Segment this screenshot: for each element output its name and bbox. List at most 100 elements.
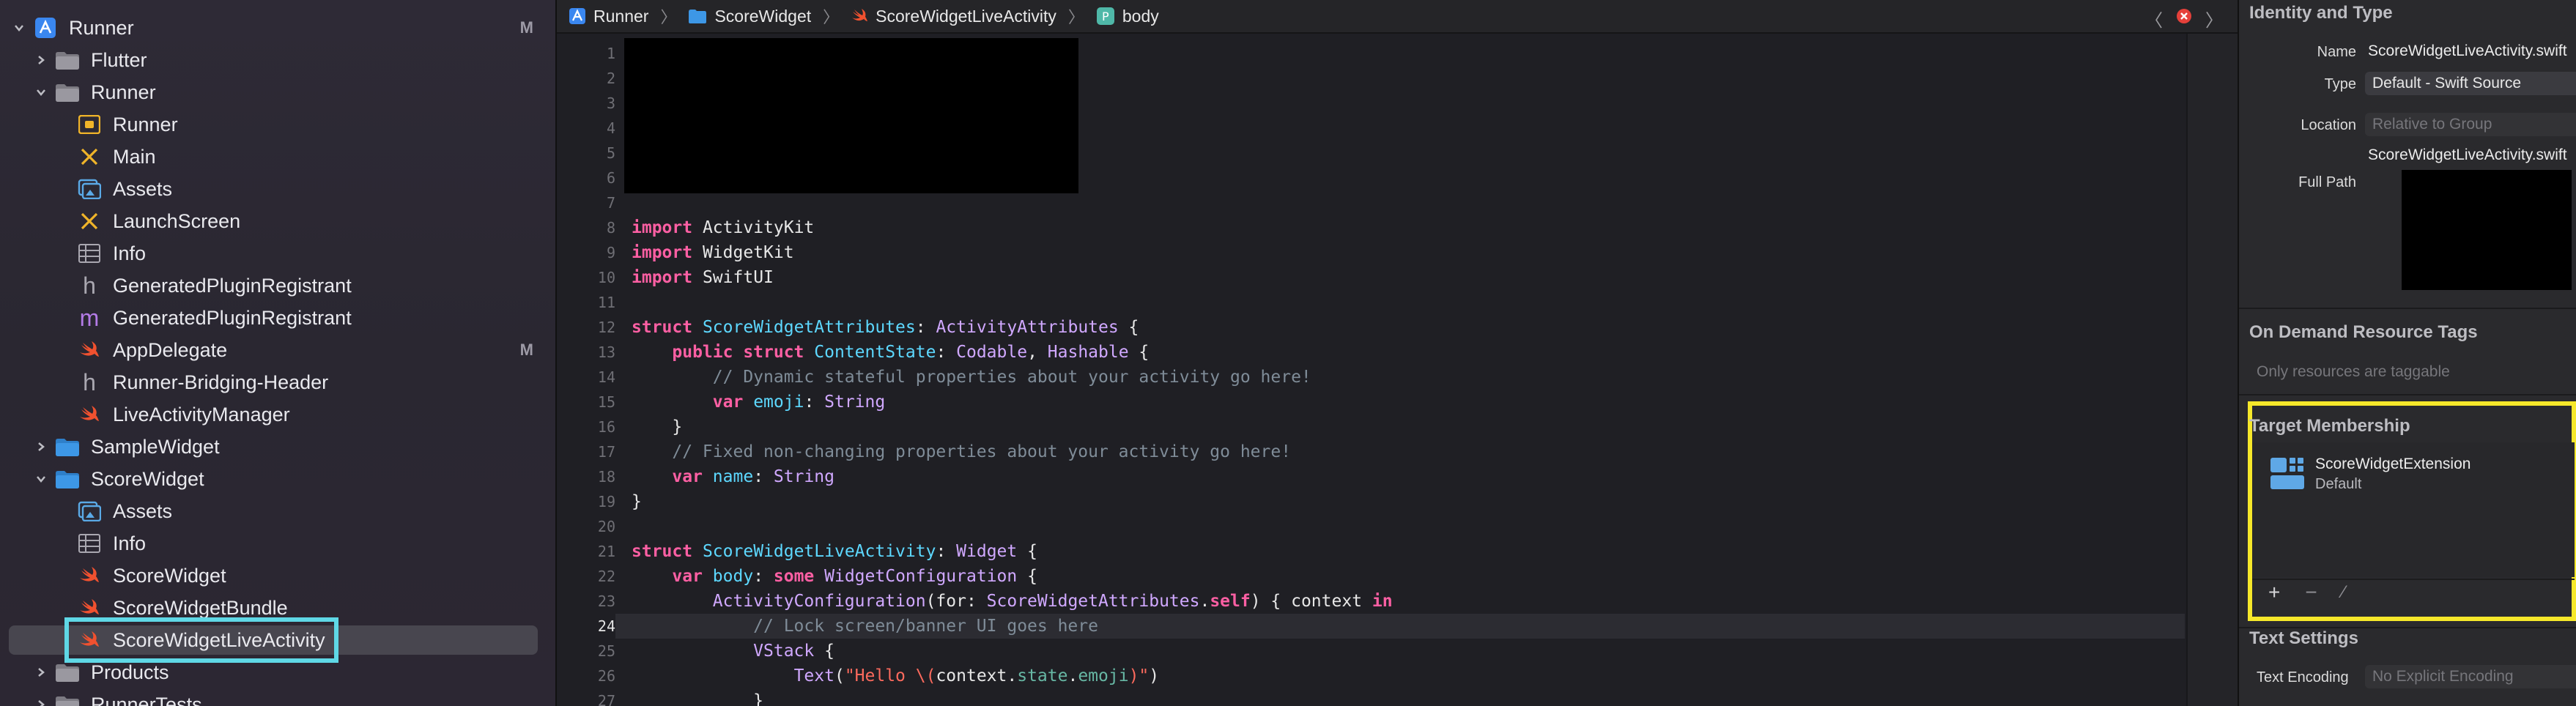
line-number-current: 24 [597,617,615,635]
swift-icon [851,8,868,24]
nav-item-label: RunnerTests [91,693,202,706]
line-number: 3 [606,94,615,112]
nav-item-generatedpluginregistrant-m[interactable]: m GeneratedPluginRegistrant [0,302,555,334]
code-line: import SwiftUI [632,268,774,287]
name-value[interactable]: ScoreWidgetLiveActivity.swift [2368,42,2567,60]
chevron-right-icon[interactable] [32,696,50,706]
chevron-down-icon[interactable] [32,470,50,488]
code-line: import ActivityKit [632,218,815,237]
nav-item-main[interactable]: Main [0,141,555,173]
nav-item-runner-file[interactable]: Runner [0,108,555,141]
code-line: // Fixed non-changing properties about y… [672,442,1292,461]
nav-item-label: ScoreWidgetBundle [113,596,288,619]
line-number: 7 [606,194,615,212]
chevron-down-icon[interactable] [32,83,50,101]
nav-item-label: ScoreWidget [113,564,226,587]
chevron-right-icon[interactable] [32,438,50,456]
nav-item-scorewidgetliveactivity[interactable]: ScoreWidgetLiveActivity [0,624,555,656]
type-label: Type [2324,76,2356,92]
nav-item-label: GeneratedPluginRegistrant [113,274,352,297]
nav-item-flutter[interactable]: Flutter [0,44,555,76]
text-encoding-value: No Explicit Encoding [2372,668,2514,685]
nav-item-scorewidgetbundle[interactable]: ScoreWidgetBundle [0,592,555,624]
breadcrumb-body[interactable]: P body [1096,7,1159,26]
chevron-right-icon[interactable]: 〉 [2205,6,2223,31]
swift-icon [76,564,103,587]
edit-icon[interactable]: ⁄ [2342,582,2345,603]
folder-icon [54,81,81,104]
nav-item-liveactivitymanager[interactable]: LiveActivityManager [0,398,555,431]
objc-m-icon: m [79,304,100,331]
line-number: 1 [606,45,615,62]
tags-placeholder: Only resources are taggable [2257,363,2450,380]
project-navigator: Runner M Flutter Runner Runner Main Asse… [0,0,557,706]
line-number: 12 [597,319,615,336]
chevron-right-icon: 〉 [660,8,677,26]
type-popup[interactable]: Default - Swift Source [2365,72,2576,95]
nav-item-appdelegate[interactable]: AppDelegate M [0,334,555,366]
nav-item-runner-bridging-header[interactable]: h Runner-Bridging-Header [0,366,555,398]
nav-item-runner-group[interactable]: Runner [0,76,555,108]
line-number: 11 [597,294,615,311]
breadcrumb-scorewidgetliveactivity[interactable]: ScoreWidgetLiveActivity [851,7,1056,26]
line-number: 5 [606,144,615,162]
nav-item-label: Flutter [91,48,147,71]
nav-item-label: LiveActivityManager [113,403,290,426]
target-name[interactable]: ScoreWidgetExtension [2315,456,2470,473]
line-number: 6 [606,169,615,187]
divider [2239,394,2576,395]
nav-item-info[interactable]: Info [0,237,555,270]
line-number: 4 [606,119,615,137]
target-sub: Default [2315,476,2362,492]
file-inspector: Identity and Type Name ScoreWidgetLiveAc… [2238,0,2576,706]
folder-icon [54,48,81,72]
nav-item-label: GeneratedPluginRegistrant [113,306,352,329]
line-number: 17 [597,443,615,461]
nav-item-label: AppDelegate [113,338,228,361]
code-line-current: // Lock screen/banner UI goes here [615,614,2185,639]
breadcrumb-runner[interactable]: Runner [569,7,648,26]
nav-item-runnertests[interactable]: RunnerTests [0,688,555,706]
identity-type-title: Identity and Type [2249,3,2393,23]
remove-icon[interactable]: − [2305,581,2317,604]
line-number: 22 [597,568,615,585]
nav-item-scorewidget-assets[interactable]: Assets [0,495,555,527]
code-line: import WidgetKit [632,243,794,262]
line-number: 2 [606,70,615,87]
nav-item-assets[interactable]: Assets [0,173,555,205]
chevron-right-icon[interactable] [32,664,50,681]
folder-icon [54,661,81,684]
code-line: } [632,691,764,706]
extension-target-icon [2270,456,2306,497]
chevron-right-icon[interactable] [32,51,50,69]
nav-item-scorewidget-info[interactable]: Info [0,527,555,560]
nav-item-label: ScoreWidget [91,467,204,490]
line-number: 13 [597,343,615,361]
breadcrumb-scorewidget[interactable]: ScoreWidget [688,7,811,26]
plist-icon [76,242,103,265]
error-badge-icon[interactable] [2176,8,2192,29]
target-membership-toolbar: + − ⁄ [2252,579,2575,605]
line-number: 10 [597,269,615,286]
nav-item-samplewidget[interactable]: SampleWidget [0,431,555,463]
nav-item-generatedpluginregistrant-h[interactable]: h GeneratedPluginRegistrant [0,270,555,302]
nav-item-label: Info [113,532,147,554]
target-membership-title: Target Membership [2249,416,2410,436]
redacted-region [2402,170,2572,290]
location-popup[interactable]: Relative to Group [2365,113,2576,136]
nav-item-scorewidget-group[interactable]: ScoreWidget [0,463,555,495]
nav-item-launchscreen[interactable]: LaunchScreen [0,205,555,237]
swift-icon [76,596,103,620]
swift-icon [76,338,103,362]
nav-item-label: Runner [91,81,156,103]
chevron-down-icon[interactable] [10,19,28,37]
text-encoding-popup[interactable]: No Explicit Encoding [2365,665,2576,688]
nav-item-products[interactable]: Products [0,656,555,688]
nav-item-runner-project[interactable]: Runner M [0,12,555,44]
line-number: 27 [597,692,615,706]
asset-catalog-icon [76,113,103,136]
storyboard-icon [76,209,103,233]
chevron-left-icon[interactable]: 〈 [2145,6,2163,31]
nav-item-scorewidget-swift[interactable]: ScoreWidget [0,560,555,592]
add-icon[interactable]: + [2268,581,2280,604]
